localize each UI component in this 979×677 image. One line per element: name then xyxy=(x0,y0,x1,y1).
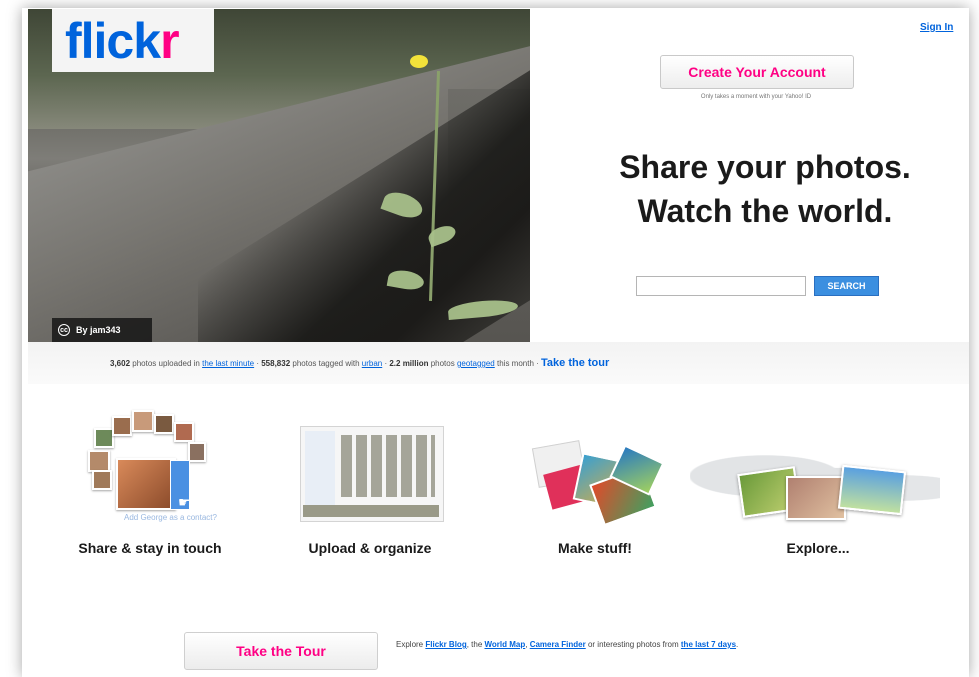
add-contact-caption: Add George as a contact? xyxy=(124,513,217,522)
create-account-button[interactable]: Create Your Account xyxy=(660,55,854,89)
headline-line-1: Share your photos. xyxy=(619,149,911,185)
explore-separator: , the xyxy=(466,640,485,649)
share-illustration[interactable]: ☛ xyxy=(78,408,208,518)
explore-photo xyxy=(786,476,846,520)
explore-links: Explore Flickr Blog, the World Map, Came… xyxy=(396,638,866,651)
explore-photo xyxy=(837,464,907,516)
creative-commons-icon: cc xyxy=(58,324,70,336)
uploaded-text: photos uploaded in xyxy=(130,359,203,368)
contact-thumb xyxy=(112,416,132,436)
contact-thumb xyxy=(154,414,174,434)
page-headline: Share your photos. Watch the world. xyxy=(560,145,970,233)
photo-flower xyxy=(410,55,428,68)
contact-thumb xyxy=(92,470,112,490)
feature-share-title[interactable]: Share & stay in touch xyxy=(50,540,250,556)
take-the-tour-button[interactable]: Take the Tour xyxy=(184,632,378,670)
cursor-icon: ☛ xyxy=(178,494,191,510)
contact-thumb xyxy=(174,422,194,442)
explore-separator: or interesting photos from xyxy=(585,640,681,649)
contact-photo-large xyxy=(116,458,176,510)
make-stuff-illustration[interactable] xyxy=(525,438,665,527)
flickr-logo[interactable]: flickr xyxy=(65,12,180,70)
contact-thumb xyxy=(188,442,206,462)
tagged-text: photos tagged with xyxy=(290,359,362,368)
geotagged-count: 2.2 million xyxy=(389,359,429,368)
last-7-days-link[interactable]: the last 7 days xyxy=(681,640,736,649)
contact-thumb xyxy=(132,410,154,432)
upload-illustration[interactable] xyxy=(300,426,444,522)
search-button[interactable]: SEARCH xyxy=(814,276,879,296)
uploaded-count: 3,602 xyxy=(110,359,131,368)
explore-illustration[interactable] xyxy=(690,440,940,530)
tagged-count: 558,832 xyxy=(261,359,291,368)
search-input[interactable] xyxy=(636,276,806,296)
stats-line: 3,602 photos uploaded in the last minute… xyxy=(110,357,940,369)
organizer-sidebar xyxy=(305,431,335,511)
organizer-filmstrip xyxy=(303,505,439,517)
geotagged-link[interactable]: geotagged xyxy=(457,359,495,368)
feature-explore-title[interactable]: Explore... xyxy=(718,540,918,556)
geotagged-text: photos xyxy=(428,359,457,368)
logo-part-pink: r xyxy=(160,13,179,69)
photo-credit[interactable]: cc By jam343 xyxy=(52,318,152,342)
last-minute-link[interactable]: the last minute xyxy=(202,359,254,368)
feature-upload-title[interactable]: Upload & organize xyxy=(270,540,470,556)
urban-tag-link[interactable]: urban xyxy=(362,359,382,368)
camera-finder-link[interactable]: Camera Finder xyxy=(530,640,586,649)
flickr-blog-link[interactable]: Flickr Blog xyxy=(425,640,466,649)
world-map-link[interactable]: World Map xyxy=(485,640,526,649)
geotagged-tail: this month · xyxy=(494,359,542,368)
sign-in-link[interactable]: Sign In xyxy=(920,22,953,33)
explore-tail: . xyxy=(736,640,739,649)
organizer-grid xyxy=(341,435,435,497)
headline-line-2: Watch the world. xyxy=(637,193,893,229)
explore-prefix: Explore xyxy=(396,640,426,649)
feature-make-stuff-title[interactable]: Make stuff! xyxy=(495,540,695,556)
photo-credit-text: By jam343 xyxy=(76,325,121,335)
create-account-subtext: Only takes a moment with your Yahoo! ID xyxy=(700,94,812,100)
contact-thumb xyxy=(94,428,114,448)
contact-thumb xyxy=(88,450,110,472)
take-the-tour-link[interactable]: Take the tour xyxy=(541,357,609,369)
logo-part-blue: flick xyxy=(65,13,161,69)
